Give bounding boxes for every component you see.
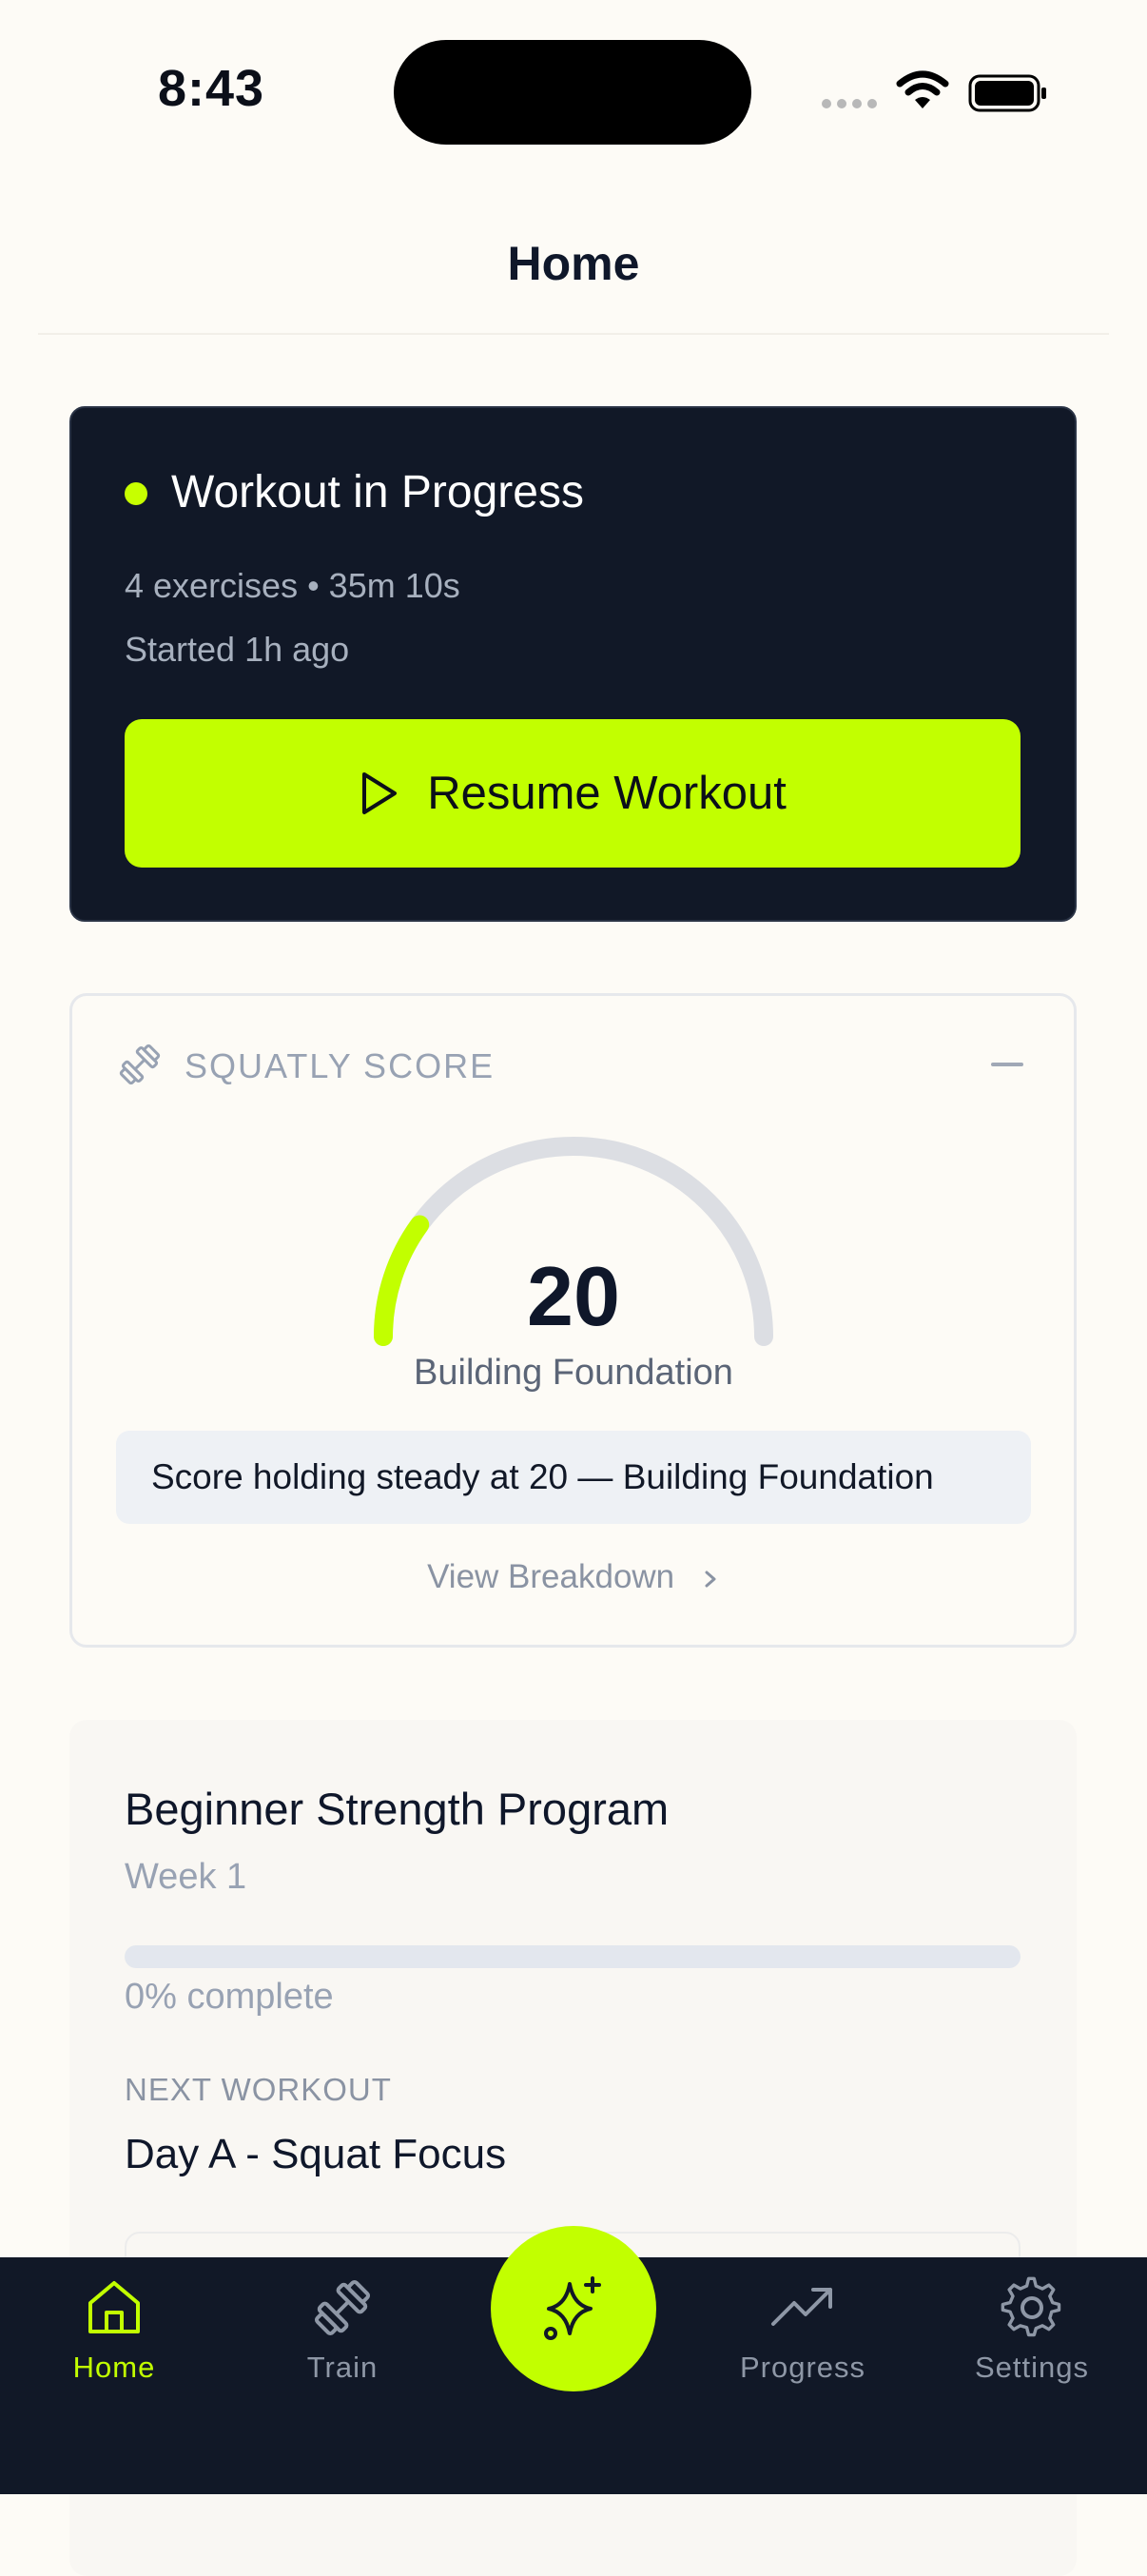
score-label: SQUATLY SCORE: [185, 1046, 496, 1085]
score-level: Building Foundation: [414, 1353, 733, 1393]
workout-meta: 4 exercises • 35m 10s: [125, 566, 460, 605]
tab-settings-label: Settings: [974, 2351, 1089, 2384]
workout-status-title: Workout in Progress: [171, 467, 584, 517]
home-icon: [88, 2281, 140, 2333]
tab-progress-label: Progress: [739, 2351, 866, 2384]
dumbbell-icon: [119, 1044, 161, 1085]
next-workout-label: NEXT WORKOUT: [125, 2072, 392, 2107]
trending-up-icon: [771, 2288, 832, 2326]
battery-icon: [968, 74, 1046, 112]
resume-workout-label: Resume Workout: [427, 768, 787, 819]
tab-home[interactable]: Home: [29, 2276, 200, 2385]
view-breakdown-link[interactable]: View Breakdown: [0, 1558, 1147, 1596]
program-progress-text: 0% complete: [125, 1977, 334, 2017]
tab-settings[interactable]: Settings: [946, 2276, 1118, 2385]
tab-train[interactable]: Train: [257, 2276, 428, 2385]
tab-progress[interactable]: Progress: [717, 2276, 888, 2385]
wifi-icon: [896, 70, 949, 108]
status-time: 8:43: [158, 60, 265, 117]
tab-train-label: Train: [306, 2351, 379, 2384]
program-week: Week 1: [125, 1857, 247, 1897]
program-title: Beginner Strength Program: [125, 1784, 670, 1834]
page-title: Home: [507, 237, 640, 290]
live-status-dot: [125, 482, 147, 505]
chevron-right-icon: [705, 1571, 716, 1588]
play-icon: [362, 772, 398, 814]
sparkle-icon: [544, 2276, 601, 2340]
program-progress-bar: [125, 1945, 1021, 1968]
gear-icon: [1001, 2276, 1061, 2337]
resume-workout-button[interactable]: Resume Workout: [125, 719, 1021, 868]
score-note: Score holding steady at 20 — Building Fo…: [116, 1431, 1031, 1524]
dumbbell-icon: [314, 2279, 371, 2336]
header-divider: [38, 333, 1109, 335]
next-workout-name: Day A - Squat Focus: [125, 2131, 507, 2177]
ai-assistant-button[interactable]: [491, 2226, 656, 2391]
view-breakdown-label: View Breakdown: [427, 1558, 675, 1595]
tab-home-label: Home: [72, 2351, 156, 2384]
dynamic-island: [394, 40, 751, 145]
workout-started: Started 1h ago: [125, 630, 350, 669]
cellular-signal-icon: [822, 99, 877, 108]
score-value: 20: [527, 1249, 620, 1343]
collapse-button[interactable]: [991, 1063, 1023, 1066]
